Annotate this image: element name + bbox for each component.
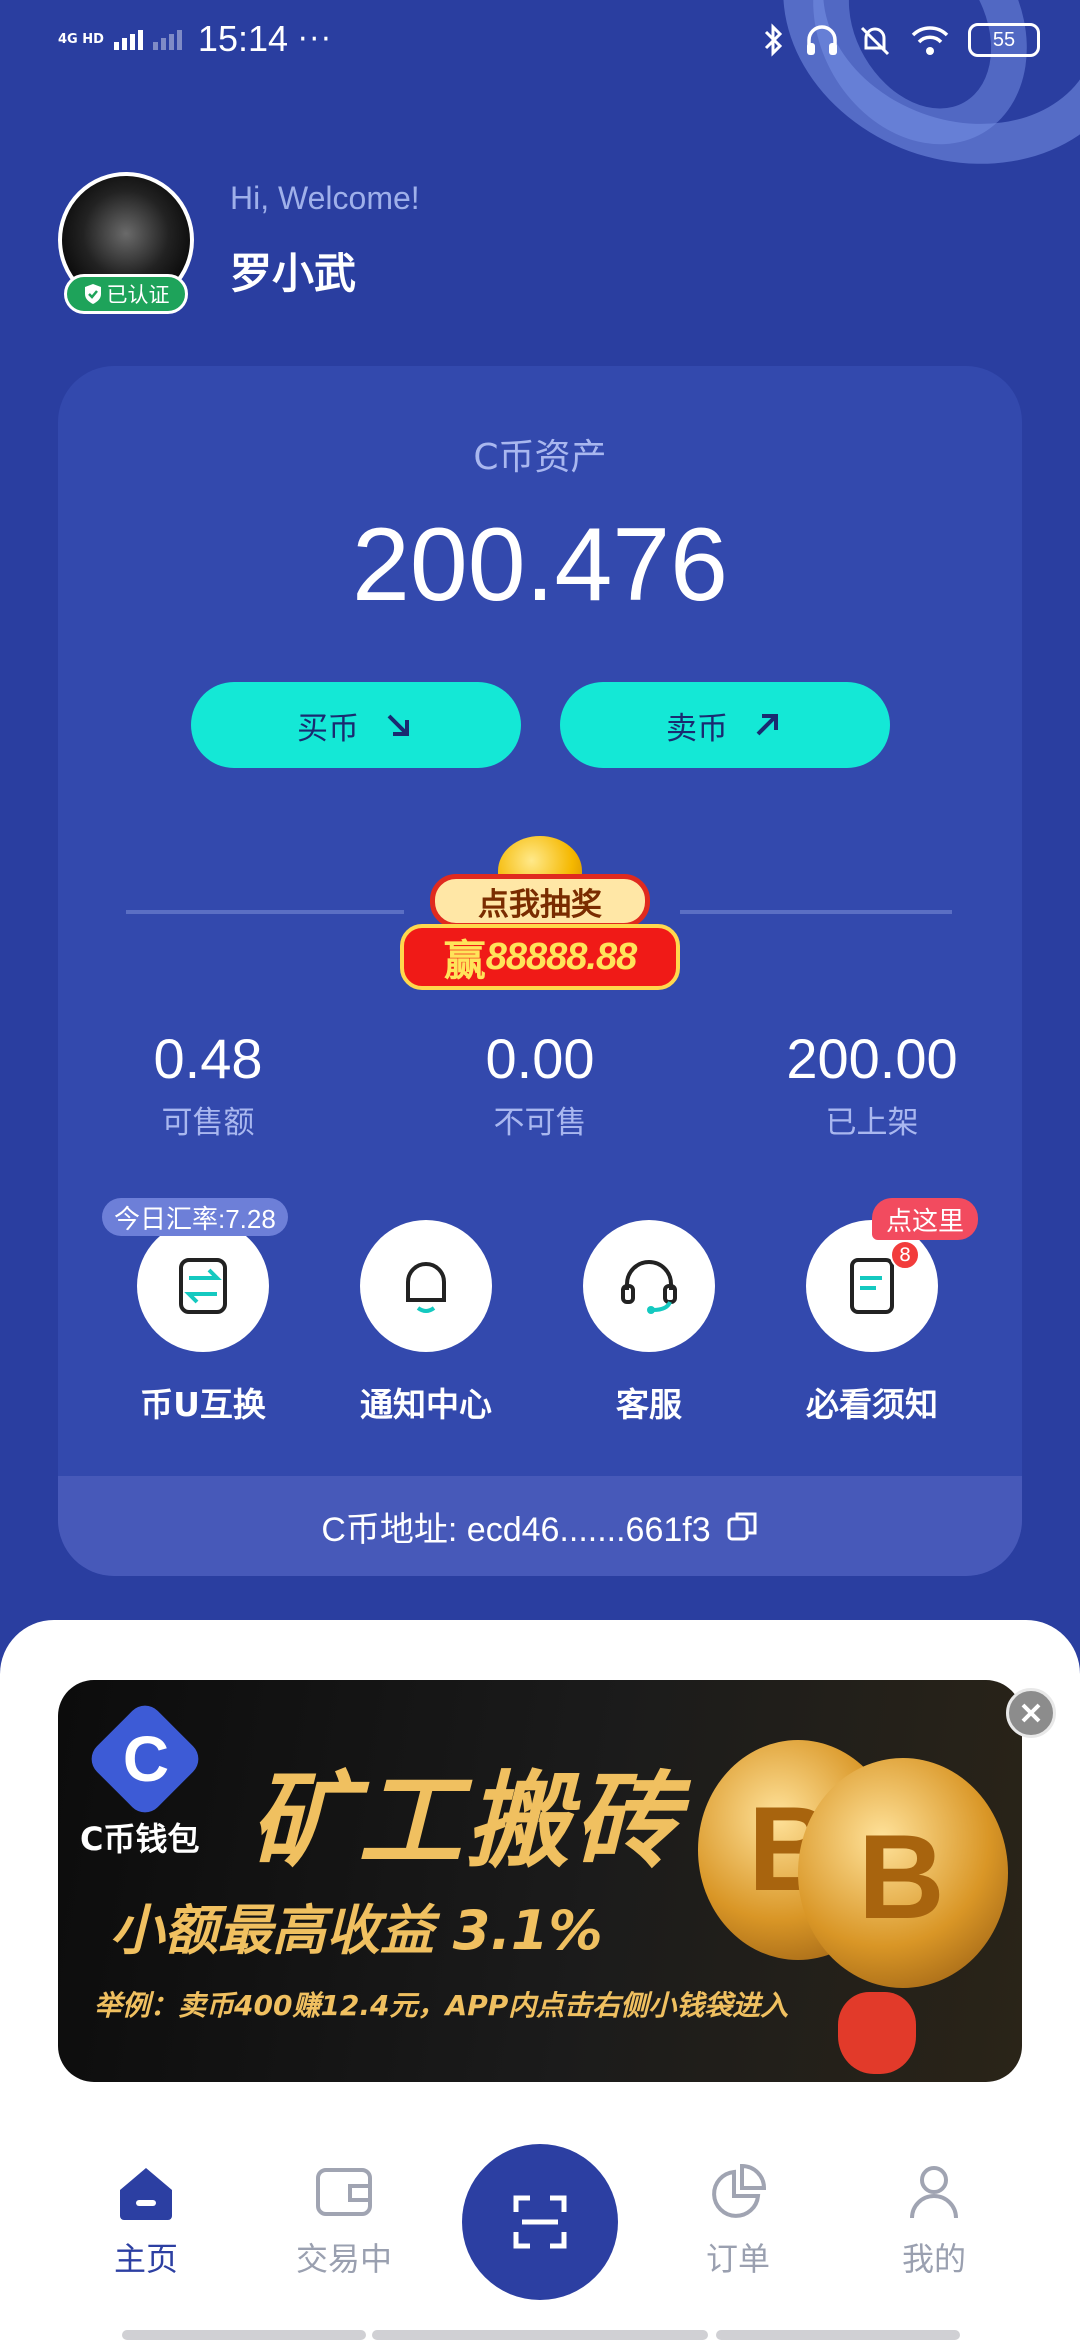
banner-note: 举例：卖币400赚12.4元，APP内点击右侧小钱袋进入 xyxy=(94,1989,789,2022)
network-type: 4G HD xyxy=(58,31,104,47)
must-read-notice-button[interactable]: 8 必看须知 xyxy=(777,1220,967,1426)
stat-label: 可售额 xyxy=(161,1105,255,1141)
feature-circle[interactable] xyxy=(583,1220,715,1352)
gesture-bar xyxy=(716,2330,960,2340)
wifi-icon xyxy=(911,26,949,55)
stat-label: 不可售 xyxy=(493,1105,587,1141)
notification-center-button[interactable]: 通知中心 xyxy=(331,1220,521,1426)
feature-label: 客服 xyxy=(616,1385,682,1424)
divider xyxy=(126,910,404,914)
tab-home[interactable]: 主页 xyxy=(66,2160,226,2280)
exchange-icon xyxy=(179,1258,227,1314)
feature-circle[interactable] xyxy=(137,1220,269,1352)
banner-brand: C币钱包 xyxy=(80,1820,200,1858)
asset-label: C币资产 xyxy=(473,437,607,478)
bell-icon xyxy=(406,1262,446,1313)
wallet-logo-letter: C xyxy=(122,1723,170,1795)
stat-value: 0.48 xyxy=(153,1027,263,1090)
close-icon xyxy=(1021,1703,1041,1723)
sell-coin-label: 卖币 xyxy=(666,710,728,747)
coin-address: C币地址: ecd46.......661f3 xyxy=(321,1510,711,1549)
banner-title: 矿工搬砖 xyxy=(250,1760,683,1882)
feature-circle[interactable] xyxy=(360,1220,492,1352)
scan-icon xyxy=(513,2195,567,2249)
gesture-bar xyxy=(372,2330,708,2340)
username: 罗小武 xyxy=(230,249,357,298)
user-icon xyxy=(910,2166,958,2219)
more-dots: ··· xyxy=(298,21,333,57)
home-icon xyxy=(120,2168,172,2220)
status-bar: 4G HD 15:14 ··· 55 xyxy=(0,0,1080,84)
tab-trading[interactable]: 交易中 xyxy=(264,2160,424,2280)
shield-check-icon xyxy=(84,284,101,304)
customer-service-button[interactable]: 客服 xyxy=(554,1220,744,1426)
money-bag-icon xyxy=(838,1992,916,2074)
arrow-down-right-icon xyxy=(387,714,409,736)
coin-u-exchange-button[interactable]: 币U互换 xyxy=(108,1220,298,1426)
battery-indicator: 55 xyxy=(968,23,1040,57)
headphones-icon xyxy=(807,25,837,55)
close-banner-button[interactable] xyxy=(1006,1688,1056,1738)
scan-button[interactable] xyxy=(462,2144,618,2300)
battery-level: 55 xyxy=(992,28,1016,51)
buy-coin-label: 买币 xyxy=(297,710,359,747)
notice-count-badge: 8 xyxy=(890,1240,920,1270)
wallet-icon xyxy=(316,2168,372,2216)
pie-chart-icon xyxy=(712,2163,767,2218)
headset-icon xyxy=(621,1260,677,1314)
lottery-button[interactable]: 点我抽奖 赢 88888.88 xyxy=(400,836,680,996)
stat-label: 已上架 xyxy=(825,1105,919,1141)
mute-bell-icon xyxy=(860,26,890,56)
tab-label: 我的 xyxy=(901,2240,966,2278)
lottery-prize: 赢 88888.88 xyxy=(400,924,680,990)
stat-available: 0.48 可售额 xyxy=(58,1026,358,1142)
clock: 15:14 xyxy=(197,18,289,59)
copy-icon[interactable] xyxy=(725,1509,759,1543)
promo-banner[interactable]: B B C C币钱包 矿工搬砖 小额最高收益 3.1% 举例：卖币400赚12.… xyxy=(58,1680,1022,2082)
verified-badge: 已认证 xyxy=(64,274,188,314)
user-avatar-block[interactable]: 已认证 xyxy=(58,172,194,314)
tab-mine[interactable]: 我的 xyxy=(854,2160,1014,2280)
asset-card: C币资产 200.476 买币 卖币 点我抽奖 赢 88888.88 0.48 … xyxy=(58,366,1022,1576)
exchange-rate-tag: 今日汇率:7.28 xyxy=(102,1198,288,1236)
lottery-tag: 点我抽奖 xyxy=(430,874,650,928)
prize-amount: 88888.88 xyxy=(485,935,637,978)
bluetooth-icon xyxy=(764,23,783,57)
stat-unavailable: 0.00 不可售 xyxy=(390,1026,690,1142)
signal-icon xyxy=(113,28,143,50)
divider xyxy=(680,910,952,914)
win-char: 赢 xyxy=(443,935,486,985)
banner-subtitle: 小额最高收益 3.1% xyxy=(110,1899,603,1962)
arrow-up-right-icon xyxy=(756,714,778,736)
sell-coin-button[interactable]: 卖币 xyxy=(560,682,890,768)
tab-orders[interactable]: 订单 xyxy=(658,2160,818,2280)
stat-listed: 200.00 已上架 xyxy=(722,1026,1022,1142)
coin-address-bar[interactable]: C币地址: ecd46.......661f3 xyxy=(58,1476,1022,1576)
stat-value: 0.00 xyxy=(485,1027,595,1090)
bitcoin-coin-image: B xyxy=(798,1758,1008,1988)
tab-label: 订单 xyxy=(705,2240,770,2278)
feature-label: 通知中心 xyxy=(360,1385,492,1424)
tab-label: 主页 xyxy=(113,2240,178,2278)
asset-value: 200.476 xyxy=(352,507,728,623)
feature-label: 币U互换 xyxy=(140,1385,266,1424)
gesture-bar xyxy=(122,2330,366,2340)
click-here-tag: 点这里 xyxy=(872,1198,979,1240)
buy-coin-button[interactable]: 买币 xyxy=(191,682,521,768)
verified-label: 已认证 xyxy=(106,283,170,307)
stat-value: 200.00 xyxy=(786,1027,958,1090)
feature-label: 必看须知 xyxy=(806,1385,938,1424)
tab-label: 交易中 xyxy=(295,2240,392,2278)
greeting: Hi, Welcome! xyxy=(230,180,420,216)
signal-icon-secondary xyxy=(152,28,182,50)
coin-symbol: B xyxy=(858,1810,945,1944)
